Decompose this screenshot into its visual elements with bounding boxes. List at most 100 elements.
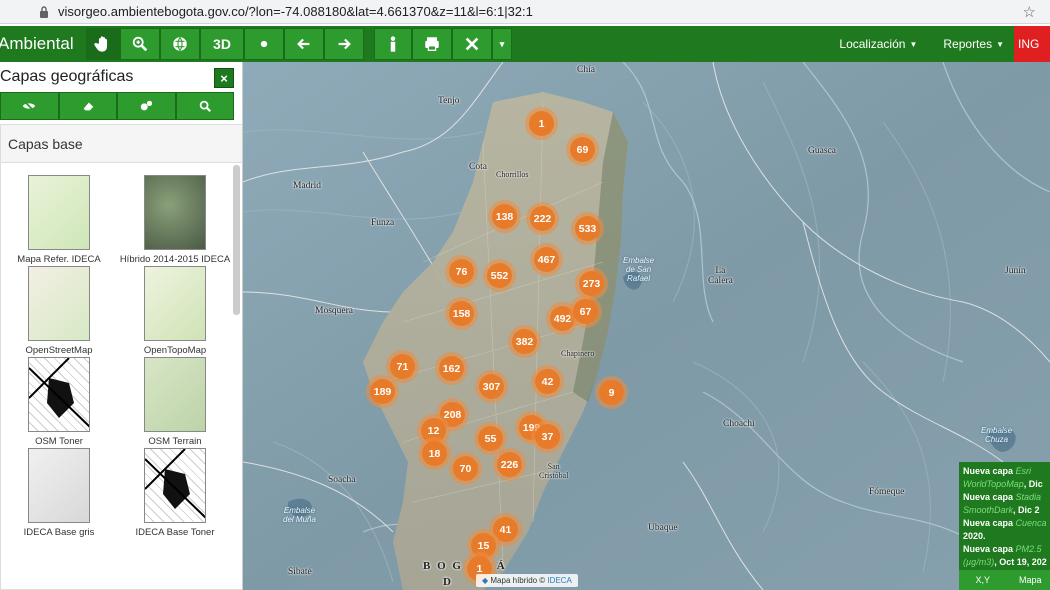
panel-scrollbar[interactable] bbox=[233, 165, 240, 315]
globe-button[interactable] bbox=[160, 28, 200, 60]
cluster-marker[interactable]: 69 bbox=[566, 133, 599, 166]
ingresar-button[interactable]: ING bbox=[1014, 26, 1050, 62]
cluster-count: 1 bbox=[529, 111, 554, 136]
place-label: Funza bbox=[371, 218, 395, 228]
point-tool-button[interactable] bbox=[244, 28, 284, 60]
news-suffix: , Dic bbox=[1023, 479, 1043, 489]
base-layer-option[interactable]: OpenStreetMap bbox=[1, 266, 117, 358]
news-item[interactable]: Nueva capa Cuenca 2020. bbox=[963, 517, 1050, 543]
cluster-marker[interactable]: 18 bbox=[418, 437, 451, 470]
cluster-count: 222 bbox=[530, 206, 555, 231]
xy-button[interactable]: X,Y bbox=[959, 575, 1007, 585]
place-label: Chapinero bbox=[561, 349, 595, 358]
layer-settings-button[interactable] bbox=[117, 92, 176, 120]
mapa-button[interactable]: Mapa bbox=[1007, 575, 1050, 585]
news-footer: X,Y Mapa bbox=[959, 570, 1050, 590]
cluster-marker[interactable]: 1 bbox=[525, 107, 558, 140]
main-toolbar: Ambiental 3D ▾ Localización ▼ Reportes ▼… bbox=[0, 26, 1050, 62]
place-label: Mosquera bbox=[315, 306, 353, 316]
panel-toolbar bbox=[0, 92, 234, 120]
localizacion-menu[interactable]: Localización ▼ bbox=[839, 37, 917, 51]
search-layers-button[interactable] bbox=[175, 92, 234, 120]
map-view[interactable]: Chía Tenjo Cota Chorrillos Madrid Funza … bbox=[243, 62, 1050, 590]
news-item[interactable]: Nueva capa Stadia SmoothDark, Dic 2 bbox=[963, 491, 1050, 517]
cluster-marker[interactable]: 189 bbox=[366, 375, 399, 408]
cluster-marker[interactable]: 42 bbox=[531, 365, 564, 398]
arrow-right-icon bbox=[338, 38, 351, 50]
eraser-icon bbox=[83, 102, 93, 111]
cluster-marker[interactable]: 67 bbox=[569, 295, 602, 328]
tools-dropdown-button[interactable]: ▾ bbox=[492, 28, 512, 60]
news-suffix: 2020. bbox=[963, 531, 986, 541]
map-attribution: ◆ Mapa híbrido © IDECA bbox=[476, 574, 578, 587]
info-button[interactable] bbox=[374, 28, 412, 60]
browser-address-bar[interactable]: visorgeo.ambientebogota.gov.co/?lon=-74.… bbox=[0, 0, 1050, 24]
cluster-marker[interactable]: 37 bbox=[531, 420, 564, 453]
cluster-marker[interactable]: 76 bbox=[445, 255, 478, 288]
base-layer-option[interactable]: Mapa Refer. IDECA bbox=[1, 175, 117, 267]
layer-label: OpenTopoMap bbox=[143, 345, 207, 356]
cluster-marker[interactable]: 533 bbox=[571, 212, 604, 245]
base-layer-option[interactable]: IDECA Base gris bbox=[1, 448, 117, 540]
base-layer-option[interactable]: OSM Toner bbox=[1, 357, 117, 449]
layer-thumbnail bbox=[28, 266, 90, 341]
forward-button[interactable] bbox=[324, 28, 364, 60]
base-layer-option[interactable]: OSM Terrain bbox=[117, 357, 233, 449]
erase-button[interactable] bbox=[58, 92, 117, 120]
bookmark-star-icon[interactable]: ☆ bbox=[1023, 3, 1036, 21]
url-text[interactable]: visorgeo.ambientebogota.gov.co/?lon=-74.… bbox=[58, 4, 533, 19]
layer-thumbnail bbox=[144, 175, 206, 250]
cluster-marker[interactable]: 158 bbox=[445, 297, 478, 330]
layer-thumbnail bbox=[144, 357, 206, 432]
panel-title-text: Capas geográficas bbox=[0, 68, 134, 85]
place-label: Ubaque bbox=[648, 523, 678, 533]
cluster-count: 307 bbox=[479, 374, 504, 399]
news-panel: Nueva capa Esri WorldTopoMap, Dic Nueva c… bbox=[959, 462, 1050, 572]
cluster-marker[interactable]: 222 bbox=[526, 202, 559, 235]
cluster-count: 18 bbox=[422, 441, 447, 466]
cluster-marker[interactable]: 70 bbox=[449, 452, 482, 485]
place-label: La Calera bbox=[708, 266, 733, 286]
place-label: Tenjo bbox=[438, 96, 460, 106]
tools-button[interactable] bbox=[452, 28, 492, 60]
base-layer-option[interactable]: OpenTopoMap bbox=[117, 266, 233, 358]
zoom-tool-button[interactable] bbox=[120, 28, 160, 60]
cluster-count: 42 bbox=[535, 369, 560, 394]
reportes-menu[interactable]: Reportes ▼ bbox=[943, 37, 1004, 51]
cluster-marker[interactable]: 162 bbox=[435, 352, 468, 385]
3d-button[interactable]: 3D bbox=[200, 28, 244, 60]
section-header[interactable]: Capas base bbox=[1, 125, 242, 163]
cluster-marker[interactable]: 138 bbox=[488, 200, 521, 233]
print-button[interactable] bbox=[412, 28, 452, 60]
cluster-count: 273 bbox=[579, 271, 604, 296]
layer-thumbnail bbox=[28, 175, 90, 250]
layers-panel: Capas geográficas × Capas base Mapa Refe… bbox=[0, 62, 243, 590]
water-label: Embalse Chuza bbox=[981, 426, 1013, 444]
base-layer-option[interactable]: IDECA Base Toner bbox=[117, 448, 233, 540]
cluster-marker[interactable]: 552 bbox=[483, 259, 516, 292]
layer-label: OSM Terrain bbox=[148, 436, 202, 447]
cluster-count: 552 bbox=[487, 263, 512, 288]
place-label: Guasca bbox=[808, 146, 836, 156]
cluster-marker[interactable]: 226 bbox=[493, 448, 526, 481]
pan-tool-button[interactable] bbox=[86, 28, 120, 60]
news-layer-name[interactable]: Cuenca bbox=[1016, 518, 1047, 528]
cluster-marker[interactable]: 382 bbox=[508, 325, 541, 358]
back-button[interactable] bbox=[284, 28, 324, 60]
news-item[interactable]: Nueva capa PM2.5 (µg/m3), Oct 19, 202 bbox=[963, 543, 1050, 569]
base-layer-option[interactable]: Híbrido 2014-2015 IDECA bbox=[117, 175, 233, 267]
news-item[interactable]: Nueva capa Esri WorldTopoMap, Dic bbox=[963, 465, 1050, 491]
panel-title: Capas geográficas × bbox=[0, 62, 242, 92]
cluster-marker[interactable]: 307 bbox=[475, 370, 508, 403]
close-panel-button[interactable]: × bbox=[214, 68, 234, 88]
layer-label: Híbrido 2014-2015 IDECA bbox=[119, 254, 231, 265]
place-label: Chía bbox=[577, 65, 595, 75]
city-label: D bbox=[443, 576, 451, 588]
wrench-icon bbox=[465, 37, 479, 51]
place-label: Madrid bbox=[293, 181, 321, 191]
cluster-marker[interactable]: 9 bbox=[595, 376, 628, 409]
cluster-marker[interactable]: 467 bbox=[530, 243, 563, 276]
app-brand: Ambiental bbox=[0, 34, 74, 53]
hide-layers-button[interactable] bbox=[0, 92, 59, 120]
attribution-link[interactable]: IDECA bbox=[547, 576, 571, 585]
